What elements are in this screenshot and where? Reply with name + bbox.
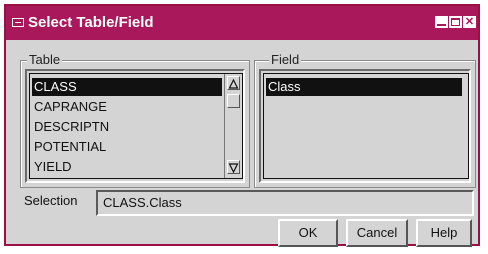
field-listbox[interactable]: Class (259, 69, 471, 183)
list-item[interactable]: CLASS (32, 78, 222, 96)
table-scrollbar[interactable] (224, 74, 242, 178)
field-group-label: Field (269, 52, 302, 68)
table-list: CLASS CAPRANGE DESCRIPTN POTENTIAL YIELD (29, 73, 243, 179)
arrow-down-icon (228, 163, 239, 174)
list-item[interactable]: CAPRANGE (32, 98, 222, 116)
window-menu-icon[interactable] (12, 18, 24, 27)
help-button[interactable]: Help (416, 219, 472, 247)
table-group: Table CLASS CAPRANGE DESCRIPTN POTENTIAL… (20, 52, 250, 188)
window-title: Select Table/Field (28, 14, 154, 31)
ok-button[interactable]: OK (278, 219, 338, 247)
close-icon[interactable]: ✕ (463, 16, 476, 28)
cancel-button[interactable]: Cancel (346, 219, 408, 247)
select-table-field-dialog: Select Table/Field ✕ Table CLASS CAPRANG… (4, 4, 480, 247)
list-item[interactable]: POTENTIAL (32, 138, 222, 156)
list-item[interactable]: Class (266, 78, 462, 96)
scroll-down-arrow[interactable] (227, 160, 240, 174)
table-group-label: Table (27, 52, 63, 68)
list-item[interactable]: YIELD (32, 158, 222, 176)
minimize-icon[interactable] (435, 16, 448, 28)
field-group: Field Class (254, 52, 476, 188)
scroll-up-arrow[interactable] (227, 76, 240, 90)
title-bar[interactable]: Select Table/Field ✕ (6, 6, 478, 40)
table-listbox[interactable]: CLASS CAPRANGE DESCRIPTN POTENTIAL YIELD (25, 69, 245, 183)
selection-field[interactable]: CLASS.Class (96, 190, 474, 216)
selection-label: Selection (24, 193, 78, 208)
list-item[interactable]: DESCRIPTN (32, 118, 222, 136)
field-list: Class (263, 73, 469, 179)
arrow-up-icon (228, 78, 239, 89)
scroll-thumb[interactable] (227, 94, 240, 108)
maximize-icon[interactable] (449, 16, 462, 28)
